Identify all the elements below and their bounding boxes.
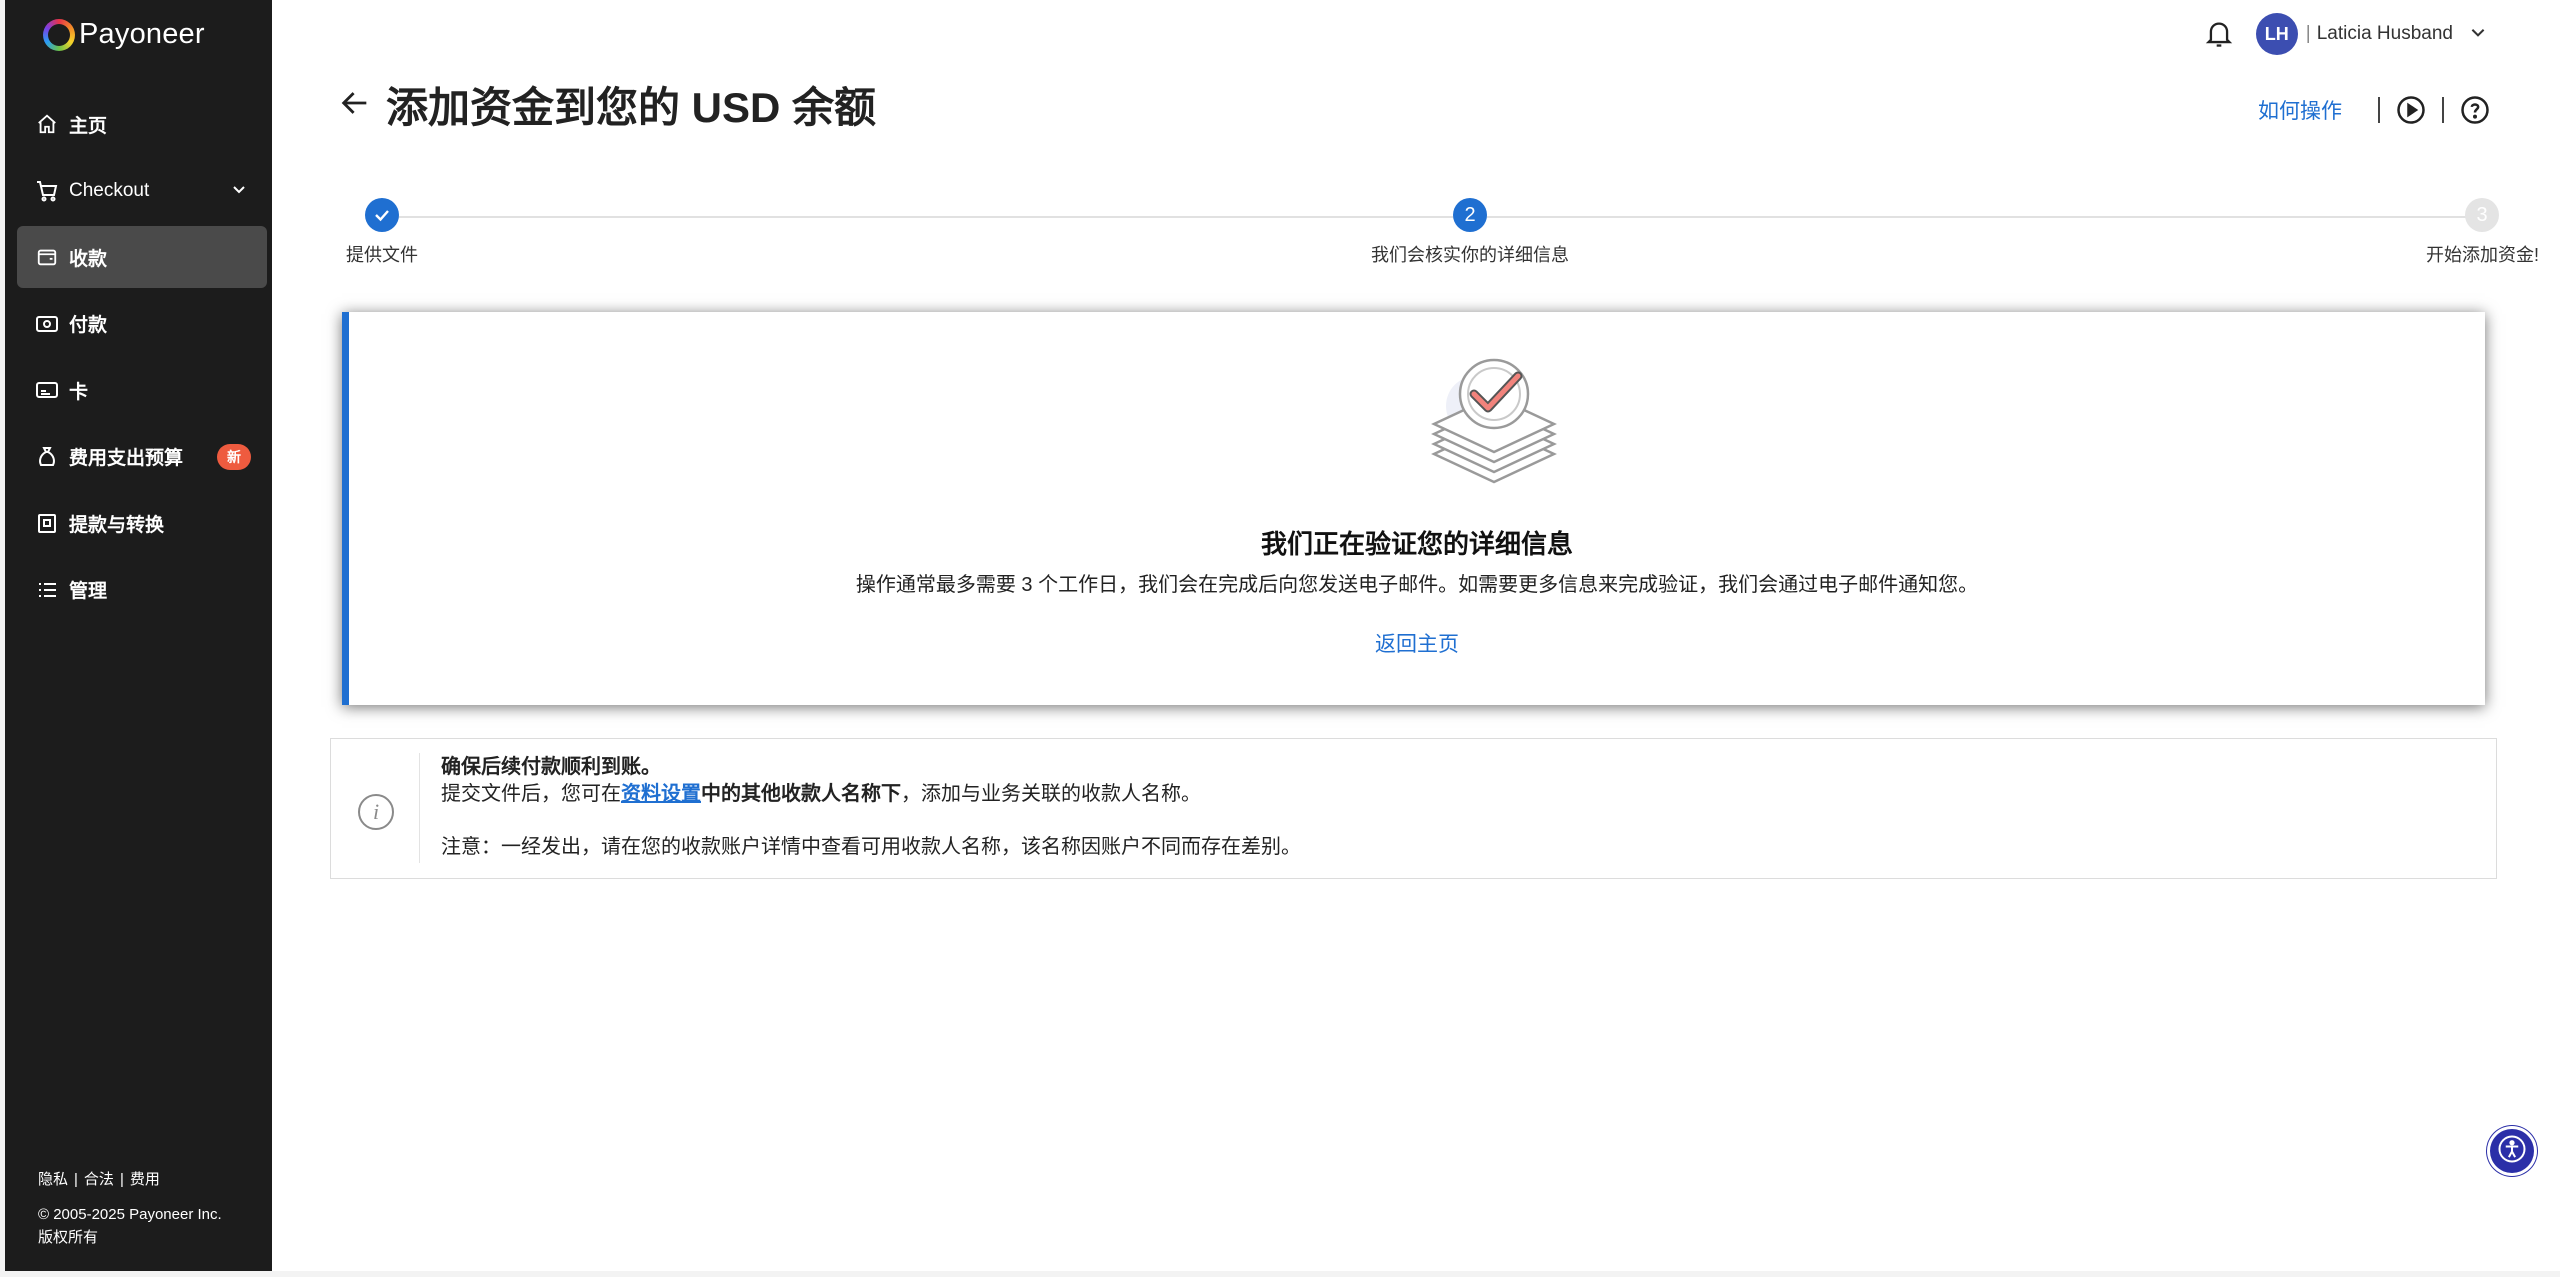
sidebar-item-card[interactable]: 卡 xyxy=(17,359,267,421)
footer-separator: | xyxy=(74,1171,78,1188)
logo-ring-icon xyxy=(43,18,75,51)
sidebar-item-withdraw[interactable]: 提款与转换 xyxy=(17,492,267,554)
privacy-link[interactable]: 隐私 xyxy=(38,1171,68,1188)
user-name: Laticia Husband xyxy=(2316,23,2453,44)
step-label: 开始添加资金! xyxy=(2425,245,2539,265)
info-heading: 确保后续付款顺利到账。 xyxy=(441,756,661,778)
home-icon xyxy=(35,112,59,136)
back-arrow-icon[interactable] xyxy=(338,86,372,120)
user-separator: | xyxy=(2305,23,2311,44)
check-icon xyxy=(365,198,399,232)
accessibility-icon xyxy=(2497,1134,2527,1169)
info-divider xyxy=(419,753,420,863)
progress-stepper: 提供文件 2 我们会核实你的详细信息 3 开始添加资金! xyxy=(322,198,2539,268)
sidebar: Payoneer 主页 Checkout 收款 付款 卡 费用支出预算 新 提款… xyxy=(5,0,272,1271)
step-label: 提供文件 xyxy=(346,245,418,265)
help-area: 如何操作 xyxy=(2258,94,2490,126)
footer-links: 隐私 | 合法 | 费用 xyxy=(38,1168,222,1191)
chevron-down-icon[interactable] xyxy=(2469,23,2487,46)
copyright-text: © 2005-2025 Payoneer Inc. xyxy=(38,1206,222,1223)
divider xyxy=(2378,97,2380,123)
info-line-bold: 中的其他收款人名称下 xyxy=(701,783,901,805)
card-icon xyxy=(35,378,59,402)
back-home-link-label[interactable]: 返回主页 xyxy=(1375,633,1459,656)
chevron-down-icon xyxy=(231,181,247,203)
step-number: 2 xyxy=(1453,198,1487,232)
sidebar-item-label: 提款与转换 xyxy=(69,514,165,536)
how-to-link[interactable]: 如何操作 xyxy=(2258,95,2342,125)
accessibility-button[interactable] xyxy=(2490,1129,2534,1173)
wallet-icon xyxy=(35,245,59,269)
page-title: 添加资金到您的 USD 余额 xyxy=(386,84,877,131)
sidebar-item-home[interactable]: 主页 xyxy=(17,93,267,155)
sidebar-item-checkout[interactable]: Checkout xyxy=(17,160,267,222)
info-line: 提交文件后，您可在资料设置中的其他收款人名称下，添加与业务关联的收款人名称。 xyxy=(441,781,1301,808)
sidebar-item-manage[interactable]: 管理 xyxy=(17,559,267,621)
compliance-link[interactable]: 合法 xyxy=(84,1171,114,1188)
list-icon xyxy=(35,578,59,602)
document-check-illustration-icon xyxy=(1424,354,1564,494)
verification-text: 操作通常最多需要 3 个工作日，我们会在完成后向您发送电子邮件。如需要更多信息来… xyxy=(855,574,1979,596)
sidebar-nav: 主页 Checkout 收款 付款 卡 费用支出预算 新 提款与转换 管理 xyxy=(17,93,267,625)
sidebar-item-label: Checkout xyxy=(69,179,150,201)
sidebar-item-budget[interactable]: 费用支出预算 新 xyxy=(17,426,267,488)
logo-text: Payoneer xyxy=(79,18,205,50)
sidebar-item-label: 收款 xyxy=(69,248,108,270)
info-note: 注意：一经发出，请在您的收款账户详情中查看可用收款人名称，该名称因账户不同而存在… xyxy=(441,836,1301,858)
info-icon: i xyxy=(357,793,395,831)
cart-icon xyxy=(35,179,59,203)
info-notice: i 确保后续付款顺利到账。 提交文件后，您可在资料设置中的其他收款人名称下，添加… xyxy=(330,738,2497,879)
sidebar-item-label: 主页 xyxy=(69,115,108,137)
info-body: 确保后续付款顺利到账。 提交文件后，您可在资料设置中的其他收款人名称下，添加与业… xyxy=(441,754,1301,861)
divider xyxy=(2442,97,2444,123)
budget-icon xyxy=(35,445,59,469)
new-badge: 新 xyxy=(217,443,251,470)
withdraw-icon xyxy=(35,511,59,535)
step-3: 3 开始添加资金! xyxy=(2379,198,2539,267)
play-video-icon[interactable] xyxy=(2396,95,2426,125)
top-bar: LH | Laticia Husband xyxy=(2202,13,2487,55)
info-line-suffix: ，添加与业务关联的收款人名称。 xyxy=(901,783,1201,805)
verification-card: 我们正在验证您的详细信息 操作通常最多需要 3 个工作日，我们会在完成后向您发送… xyxy=(342,312,2485,705)
fees-link[interactable]: 费用 xyxy=(130,1171,160,1188)
step-2: 2 我们会核实你的详细信息 xyxy=(1340,198,1600,267)
info-line-prefix: 提交文件后，您可在 xyxy=(441,783,621,805)
sidebar-item-label: 费用支出预算 xyxy=(69,448,184,469)
sidebar-item-label: 付款 xyxy=(69,315,108,336)
verification-title: 我们正在验证您的详细信息 xyxy=(1260,529,1573,559)
step-label: 我们会核实你的详细信息 xyxy=(1371,245,1569,265)
rights-text: 版权所有 xyxy=(38,1229,99,1246)
sidebar-item-label: 管理 xyxy=(69,581,108,602)
sidebar-footer: 隐私 | 合法 | 费用 © 2005-2025 Payoneer Inc. 版权所有 xyxy=(38,1168,222,1249)
sidebar-item-label: 卡 xyxy=(69,381,89,403)
user-menu[interactable]: | Laticia Husband xyxy=(2306,23,2453,45)
step-1: 提供文件 xyxy=(322,198,442,267)
footer-separator: | xyxy=(119,1171,124,1188)
bell-icon[interactable] xyxy=(2202,17,2236,51)
svg-text:i: i xyxy=(373,799,379,824)
payment-icon xyxy=(35,312,59,336)
main-content: LH | Laticia Husband 添加资金到您的 USD 余额 如何操作 … xyxy=(272,0,2560,1271)
help-icon[interactable] xyxy=(2460,95,2490,125)
payoneer-logo[interactable]: Payoneer xyxy=(43,18,205,51)
avatar[interactable]: LH xyxy=(2255,13,2298,55)
profile-settings-link[interactable]: 资料设置 xyxy=(621,783,701,805)
sidebar-item-pay[interactable]: 付款 xyxy=(17,293,267,355)
step-number: 3 xyxy=(2465,198,2499,232)
sidebar-item-receive[interactable]: 收款 xyxy=(17,226,267,288)
back-home-link[interactable]: 返回主页 xyxy=(349,628,2485,658)
